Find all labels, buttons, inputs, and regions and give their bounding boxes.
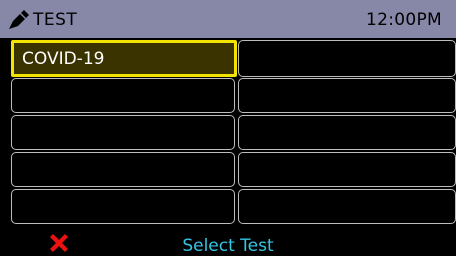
test-cell-3[interactable] — [11, 78, 235, 113]
test-grid: COVID-19 — [0, 38, 456, 228]
test-cell-5[interactable] — [11, 115, 235, 150]
header-title-group: TEST — [7, 9, 77, 31]
test-cell-2[interactable] — [238, 40, 456, 77]
test-cell-9[interactable] — [11, 189, 235, 224]
clock-time: 12:00PM — [365, 10, 442, 30]
test-cell-6[interactable] — [238, 115, 456, 150]
test-cell-10[interactable] — [238, 189, 456, 224]
footer-bar: Select Test — [0, 230, 456, 256]
header-bar: TEST 12:00PM — [0, 0, 456, 38]
test-cell-7[interactable] — [11, 152, 235, 187]
page-title: TEST — [33, 10, 78, 30]
test-cell-4[interactable] — [238, 78, 456, 113]
select-test-button[interactable]: Select Test — [0, 236, 456, 256]
test-swab-icon — [9, 10, 29, 29]
test-cell-1[interactable]: COVID-19 — [11, 40, 237, 77]
test-cell-label: COVID-19 — [22, 48, 105, 69]
test-cell-8[interactable] — [238, 152, 456, 187]
